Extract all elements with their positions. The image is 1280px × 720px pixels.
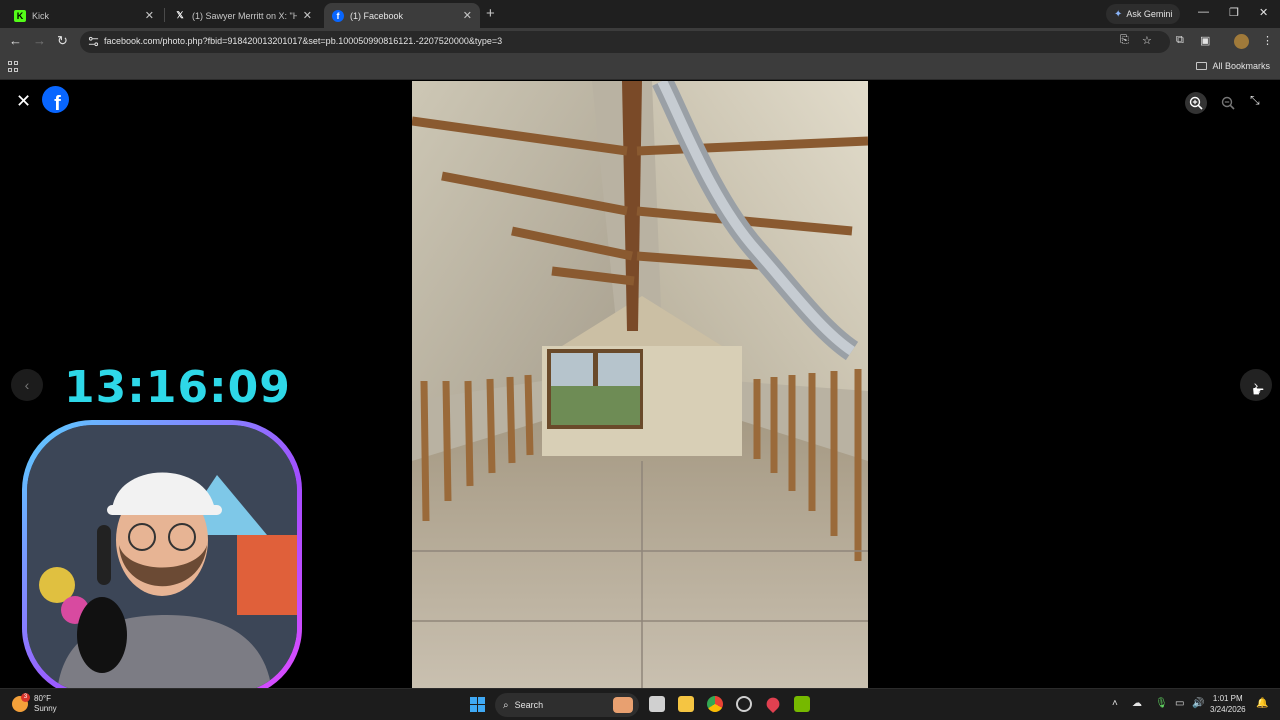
ask-gemini-button[interactable]: ✦ Ask Gemini [1106,4,1181,24]
tab-kick[interactable]: K Kick ✕ [6,3,162,28]
tab-facebook[interactable]: f (1) Facebook ✕ [324,3,480,28]
all-bookmarks-button[interactable]: All Bookmarks [1196,61,1270,71]
search-icon: ⌕ [503,699,509,711]
obs-icon[interactable] [736,696,752,712]
microphone-icon[interactable]: 🎙 [1155,698,1168,709]
facebook-logo-glyph: f [54,93,61,113]
weather-widget[interactable]: 3 80°F Sunny [12,693,57,714]
forward-icon[interactable]: → [33,33,46,48]
search-label: Search [514,700,544,710]
previous-photo-button[interactable]: ‹ [11,369,43,401]
install-app-icon[interactable]: ⎘ [1120,34,1129,47]
maps-pin-icon[interactable] [763,694,783,714]
site-info-icon[interactable] [88,36,99,47]
folder-icon [1196,62,1208,70]
weather-temp: 80°F [34,694,51,703]
apps-grid-icon[interactable] [8,61,20,73]
bookmarks-bar: All Bookmarks [0,56,1280,80]
x-icon: 𝕏 [176,10,184,20]
tab-label: (1) Sawyer Merritt on X: "Holy m [192,10,297,21]
all-bookmarks-label: All Bookmarks [1212,61,1270,71]
taskbar: 3 80°F Sunny ⌕ Search ˄ ☁ 🎙 ▭ 🔊 1:01 PM … [0,688,1280,720]
reload-icon[interactable]: ↻ [57,33,68,49]
chrome-icon[interactable] [707,696,723,712]
restore-icon[interactable]: ❐ [1229,6,1239,19]
bookmark-star-icon[interactable]: ☆ [1142,34,1152,47]
tab-label: Kick [32,10,50,21]
exit-fullscreen-icon[interactable]: ⤡ [1250,93,1260,108]
webcam-person-drawing [27,425,297,693]
notifications-icon[interactable]: 🔔 [1256,698,1268,709]
extensions-icon[interactable]: ⧉ [1176,34,1184,47]
minimize-icon[interactable]: — [1198,6,1209,18]
tray-chevron-icon[interactable]: ˄ [1112,698,1118,709]
task-view-icon[interactable] [649,696,665,712]
mouse-cursor-icon: ☛ [1252,383,1265,399]
facebook-logo[interactable]: f [42,86,69,113]
menu-icon[interactable]: ⋮ [1262,34,1273,47]
address-bar[interactable]: facebook.com/photo.php?fbid=918420013201… [80,31,1170,53]
close-viewer-button[interactable]: ✕ [16,91,31,112]
close-icon[interactable]: ✕ [463,9,472,22]
volume-icon[interactable]: 🔊 [1192,698,1204,709]
new-tab-button[interactable]: + [486,5,495,22]
file-explorer-icon[interactable] [678,696,694,712]
tab-separator [164,8,165,22]
tab-label: (1) Facebook [350,10,404,21]
webcam-frame [22,420,302,698]
reading-list-icon[interactable]: ▣ [1200,34,1210,47]
gemini-icon: ✦ [1114,8,1123,20]
sun-icon: 3 [12,693,30,712]
zoom-in-icon [1189,96,1203,110]
zoom-in-button[interactable] [1185,92,1207,114]
kick-icon: K [14,9,26,22]
clock-widget[interactable]: 1:01 PM 3/24/2026 [1210,693,1246,715]
weather-condition: Sunny [34,704,57,713]
attic-photo [412,81,868,688]
profile-avatar[interactable] [1234,34,1249,49]
taskbar-date: 3/24/2026 [1210,705,1246,714]
facebook-icon: f [332,9,344,22]
webcam-feed [27,425,297,693]
tab-strip: K Kick ✕ 𝕏 (1) Sawyer Merritt on X: "Hol… [0,0,1280,28]
browser-toolbar: ← → ↻ facebook.com/photo.php?fbid=918420… [0,28,1280,56]
stream-clock: 13:16:09 [64,362,291,413]
attic-photo-drawing [412,81,868,688]
window-close-icon[interactable]: ✕ [1259,6,1268,19]
start-button[interactable] [470,697,485,712]
tab-x[interactable]: 𝕏 (1) Sawyer Merritt on X: "Holy m ✕ [166,3,320,28]
notification-badge: 3 [21,693,30,702]
url-text: facebook.com/photo.php?fbid=918420013201… [104,36,503,46]
close-icon[interactable]: ✕ [303,9,312,22]
search-highlight-icon [613,697,633,713]
zoom-out-icon [1221,96,1235,110]
taskbar-search[interactable]: ⌕ Search [495,693,639,717]
nvidia-icon[interactable] [794,696,810,712]
cloud-icon[interactable]: ☁ [1132,698,1142,709]
ask-gemini-label: Ask Gemini [1126,9,1173,19]
taskbar-time: 1:01 PM [1212,694,1243,703]
zoom-out-button[interactable] [1217,92,1239,114]
back-icon[interactable]: ← [9,33,22,48]
close-icon[interactable]: ✕ [145,9,154,22]
network-icon[interactable]: ▭ [1175,698,1184,709]
